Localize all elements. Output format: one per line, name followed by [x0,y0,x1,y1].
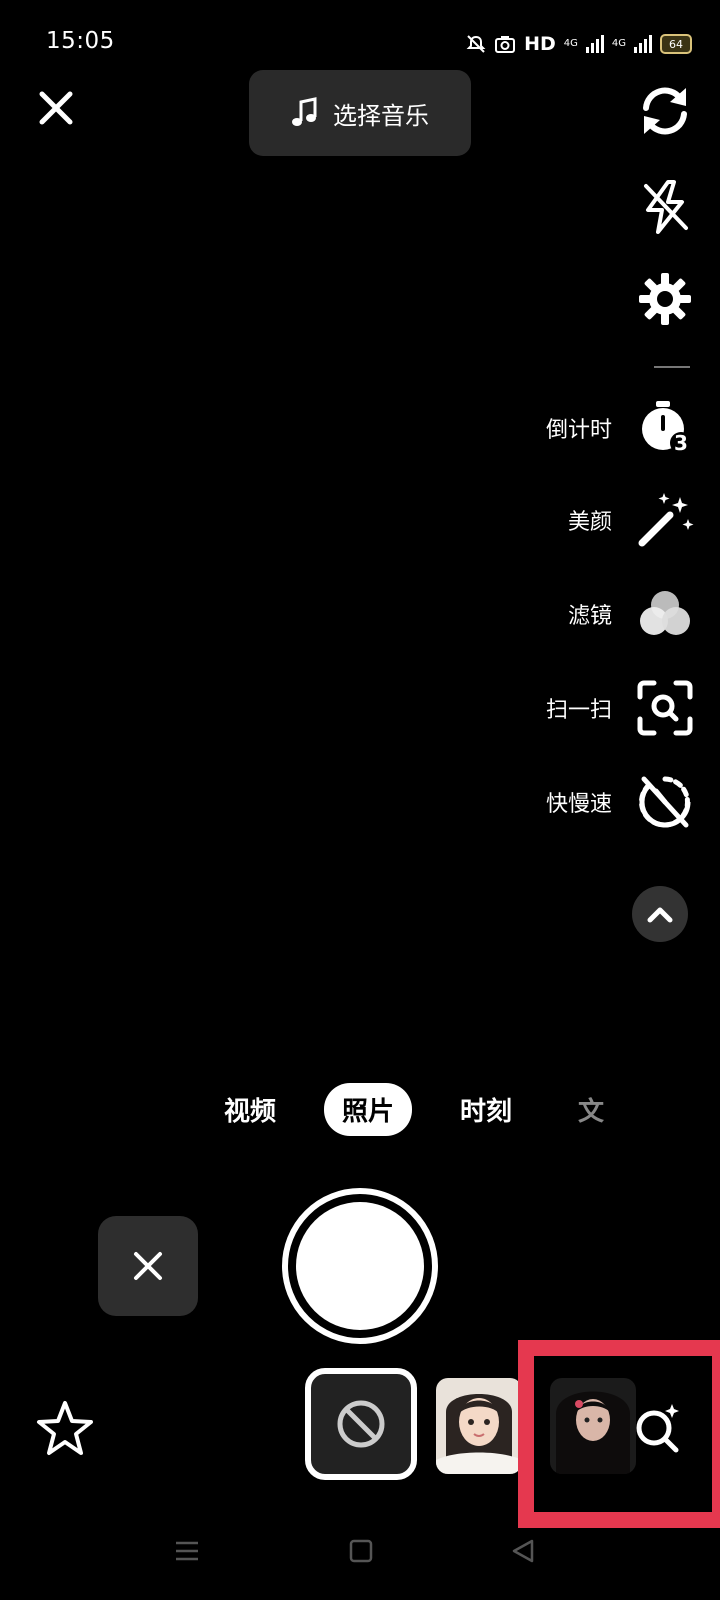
settings-button[interactable] [636,270,694,328]
camera-status-icon [495,36,516,53]
tool-speed-label: 快慢速 [545,792,612,817]
shutter-inner [296,1202,424,1330]
nav-menu-button[interactable] [174,1538,200,1568]
flash-off-icon [644,180,688,234]
flash-off-button[interactable] [636,178,694,236]
mode-tabs: 视频 照片 时刻 文 [206,1083,622,1136]
speed-icon [636,773,694,831]
tool-scan-label: 扫一扫 [545,698,612,723]
menu-icon [176,1541,198,1561]
chevron-up-icon [647,907,673,923]
shutter-button[interactable] [282,1188,438,1344]
effect-thumbnail[interactable] [436,1378,522,1474]
select-music-label: 选择音乐 [333,101,429,130]
favorites-button[interactable] [34,1398,96,1460]
tool-speed[interactable]: 快慢速 [546,772,694,832]
signal-2-label: 4G [611,38,626,49]
highlight-box [518,1340,720,1528]
filter-circles-icon [636,585,694,643]
face-effect-image [436,1378,522,1474]
close-icon [39,91,73,125]
status-time: 15:05 [46,28,115,54]
tool-countdown[interactable]: 倒计时 3 [546,398,694,458]
star-icon [37,1401,93,1455]
no-effect-button[interactable] [305,1368,417,1480]
tool-beauty-label: 美颜 [567,510,612,535]
signal-1-icon [585,35,604,53]
hd-label: HD [524,33,556,55]
flip-camera-icon [643,87,687,135]
tab-video[interactable]: 视频 [206,1083,294,1136]
nav-back-button[interactable] [510,1538,536,1568]
tool-filter[interactable]: 滤镜 [568,584,694,644]
countdown-timer-icon: 3 [636,399,694,457]
signal-1-label: 4G [563,38,578,49]
gear-icon [639,273,691,325]
flip-camera-button[interactable] [636,82,694,140]
prohibited-icon [337,1400,385,1448]
close-button[interactable] [34,86,78,130]
tool-beauty[interactable]: 美颜 [568,490,694,550]
magic-wand-icon [636,491,694,549]
tool-countdown-label: 倒计时 [545,418,612,443]
scan-icon [636,679,694,737]
close-icon [134,1252,162,1280]
bell-off-icon [466,35,486,53]
cancel-button[interactable] [98,1216,198,1316]
signal-2-icon [634,35,652,53]
tab-moment[interactable]: 时刻 [442,1083,530,1136]
nav-home-button[interactable] [348,1538,374,1568]
countdown-badge: 3 [674,431,688,455]
tab-text[interactable]: 文 [560,1083,622,1136]
back-triangle-icon [512,1539,534,1563]
status-icons: HD 4G 4G 64 [466,30,692,58]
home-square-icon [349,1539,373,1563]
tab-photo[interactable]: 照片 [324,1083,413,1136]
expand-tools-button[interactable] [632,886,688,942]
toolbar-divider [654,366,690,368]
tool-filter-label: 滤镜 [567,604,612,629]
battery-icon: 64 [660,34,692,54]
tool-scan[interactable]: 扫一扫 [546,678,694,738]
select-music-button[interactable]: 选择音乐 [249,70,471,156]
music-note-icon [292,97,317,126]
